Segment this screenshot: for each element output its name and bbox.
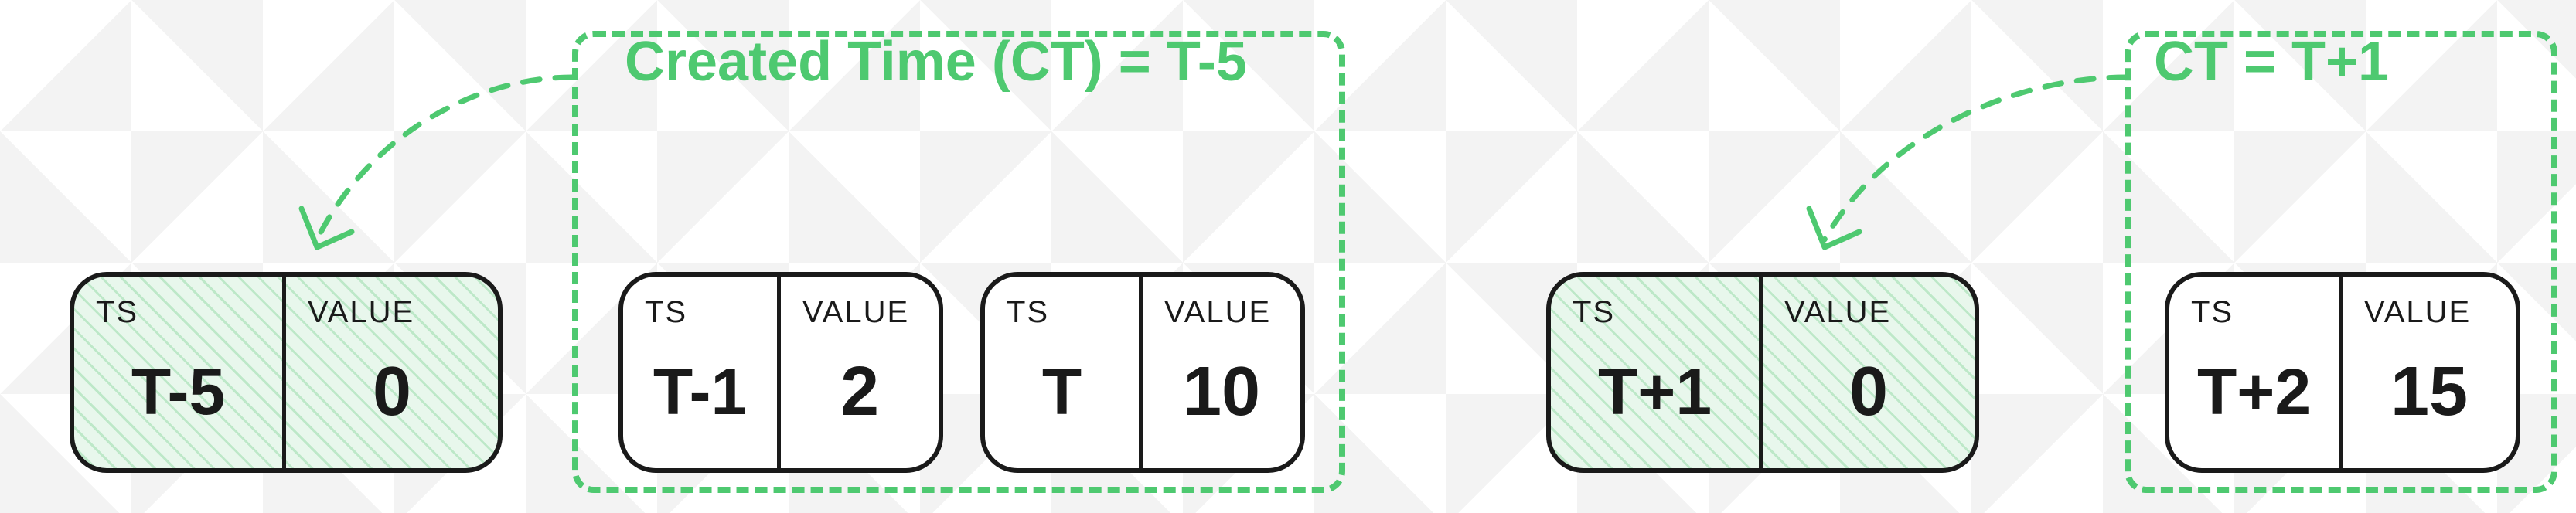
record-tile-3-value: 0 [1784, 330, 1953, 454]
record-tile-0-ts-cell: TS T-5 [74, 277, 286, 468]
record-tile-3-ts-cell: TS T+1 [1551, 277, 1763, 468]
record-tile-2-ts: T [1007, 330, 1117, 454]
record-tile-2-value: 10 [1164, 330, 1279, 454]
created-time-group-2-label: CT = T+1 [2154, 34, 2389, 90]
value-header: VALUE [308, 295, 476, 330]
ts-header: TS [2191, 295, 2317, 330]
record-tile-4-ts-cell: TS T+2 [2169, 277, 2343, 468]
record-tile-1-ts-cell: TS T-1 [623, 277, 781, 468]
ts-header: TS [1007, 295, 1117, 330]
created-time-group-1-label: Created Time (CT) = T-5 [625, 34, 1247, 90]
record-tile-3: TS T+1 VALUE 0 [1546, 272, 1979, 473]
record-tile-1-value-cell: VALUE 2 [781, 277, 939, 468]
arrow-group1-to-tile1 [278, 46, 603, 294]
record-tile-1: TS T-1 VALUE 2 [618, 272, 943, 473]
record-tile-3-value-cell: VALUE 0 [1763, 277, 1975, 468]
value-header: VALUE [1784, 295, 1953, 330]
arrow-group2-to-tile4 [1786, 46, 2142, 294]
record-tile-2-ts-cell: TS T [985, 277, 1143, 468]
record-tile-3-ts: T+1 [1573, 330, 1737, 454]
ts-header: TS [96, 295, 261, 330]
record-tile-0-value: 0 [308, 330, 476, 454]
record-tile-1-value: 2 [802, 330, 917, 454]
record-tile-0-value-cell: VALUE 0 [286, 277, 498, 468]
record-tile-1-ts: T-1 [645, 330, 755, 454]
value-header: VALUE [802, 295, 917, 330]
record-tile-4-ts: T+2 [2191, 330, 2317, 454]
record-tile-4-value-cell: VALUE 15 [2343, 277, 2516, 468]
value-header: VALUE [2364, 295, 2494, 330]
record-tile-4-value: 15 [2364, 330, 2494, 454]
record-tile-4: TS T+2 VALUE 15 [2165, 272, 2520, 473]
value-header: VALUE [1164, 295, 1279, 330]
ts-header: TS [645, 295, 755, 330]
ts-header: TS [1573, 295, 1737, 330]
record-tile-0-ts: T-5 [96, 330, 261, 454]
record-tile-2-value-cell: VALUE 10 [1143, 277, 1300, 468]
record-tile-2: TS T VALUE 10 [980, 272, 1305, 473]
record-tile-0: TS T-5 VALUE 0 [70, 272, 503, 473]
